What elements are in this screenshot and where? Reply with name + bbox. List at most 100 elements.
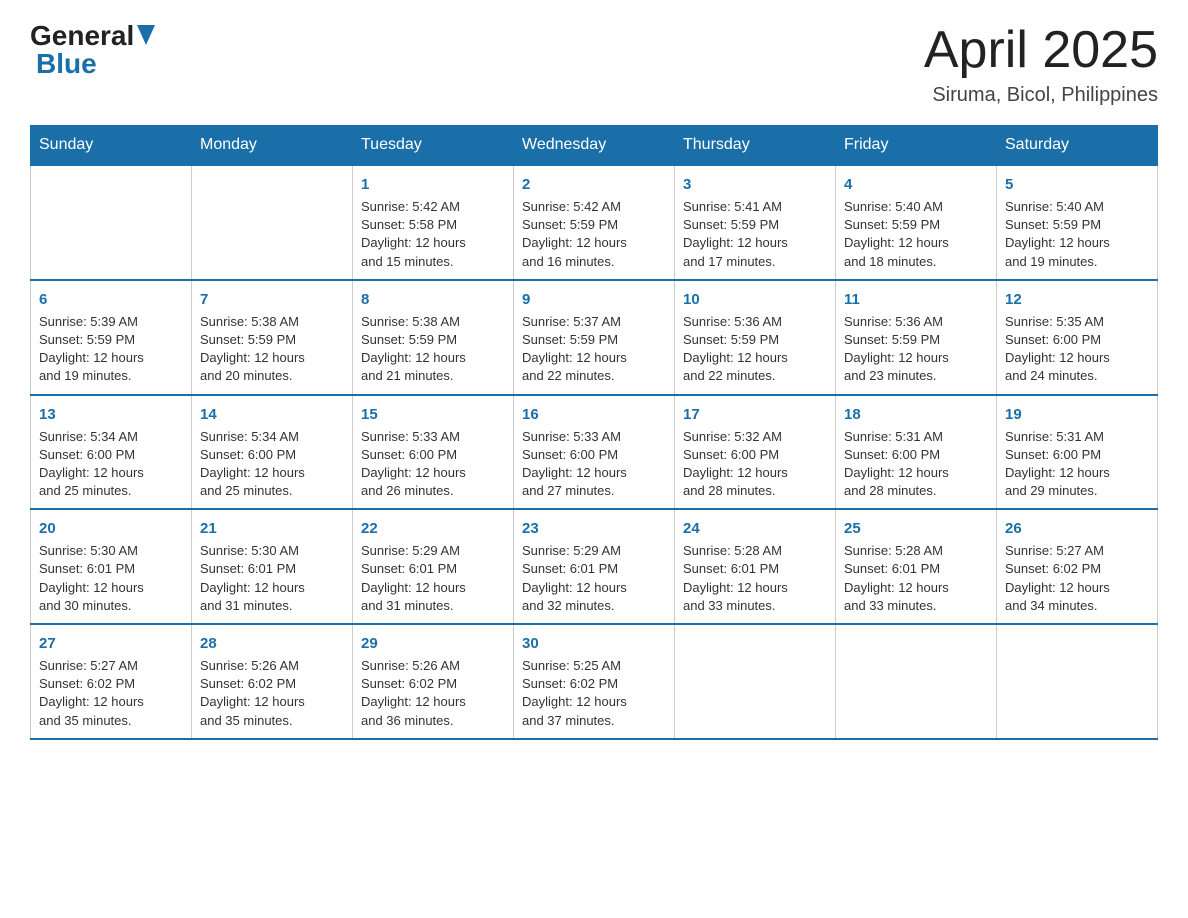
day-info: Daylight: 12 hours [200, 349, 344, 367]
day-number: 26 [1005, 518, 1149, 539]
day-info: Daylight: 12 hours [522, 579, 666, 597]
day-info: Sunrise: 5:26 AM [200, 657, 344, 675]
calendar-header-sunday: Sunday [31, 126, 192, 166]
day-info: and 25 minutes. [39, 482, 183, 500]
day-info: Sunrise: 5:42 AM [361, 198, 505, 216]
calendar-week-3: 13Sunrise: 5:34 AMSunset: 6:00 PMDayligh… [31, 395, 1158, 510]
calendar-cell: 25Sunrise: 5:28 AMSunset: 6:01 PMDayligh… [836, 509, 997, 624]
calendar-cell [997, 624, 1158, 739]
calendar-cell: 28Sunrise: 5:26 AMSunset: 6:02 PMDayligh… [192, 624, 353, 739]
calendar-cell: 15Sunrise: 5:33 AMSunset: 6:00 PMDayligh… [353, 395, 514, 510]
day-number: 4 [844, 174, 988, 195]
day-info: Daylight: 12 hours [361, 693, 505, 711]
calendar-header-monday: Monday [192, 126, 353, 166]
day-info: Sunrise: 5:33 AM [361, 428, 505, 446]
day-info: and 26 minutes. [361, 482, 505, 500]
day-number: 6 [39, 289, 183, 310]
day-info: Daylight: 12 hours [39, 349, 183, 367]
day-info: Sunset: 6:00 PM [39, 446, 183, 464]
day-info: Sunset: 6:00 PM [683, 446, 827, 464]
calendar-cell: 23Sunrise: 5:29 AMSunset: 6:01 PMDayligh… [514, 509, 675, 624]
day-number: 9 [522, 289, 666, 310]
day-info: Sunset: 5:59 PM [844, 216, 988, 234]
day-number: 27 [39, 633, 183, 654]
day-info: Sunset: 6:01 PM [200, 560, 344, 578]
day-number: 3 [683, 174, 827, 195]
day-info: Daylight: 12 hours [522, 464, 666, 482]
day-info: and 18 minutes. [844, 253, 988, 271]
day-info: Sunset: 6:01 PM [844, 560, 988, 578]
day-info: Daylight: 12 hours [683, 234, 827, 252]
day-number: 2 [522, 174, 666, 195]
day-info: Sunset: 6:01 PM [683, 560, 827, 578]
calendar-cell: 18Sunrise: 5:31 AMSunset: 6:00 PMDayligh… [836, 395, 997, 510]
logo: General Blue [30, 20, 155, 80]
day-info: and 28 minutes. [683, 482, 827, 500]
day-info: Sunrise: 5:41 AM [683, 198, 827, 216]
day-info: and 31 minutes. [361, 597, 505, 615]
calendar-cell: 4Sunrise: 5:40 AMSunset: 5:59 PMDaylight… [836, 165, 997, 280]
day-number: 23 [522, 518, 666, 539]
day-info: Sunset: 5:59 PM [1005, 216, 1149, 234]
day-info: Daylight: 12 hours [844, 464, 988, 482]
day-info: Daylight: 12 hours [844, 234, 988, 252]
calendar-cell: 3Sunrise: 5:41 AMSunset: 5:59 PMDaylight… [675, 165, 836, 280]
subtitle: Siruma, Bicol, Philippines [924, 84, 1158, 107]
calendar-cell: 21Sunrise: 5:30 AMSunset: 6:01 PMDayligh… [192, 509, 353, 624]
calendar-cell: 14Sunrise: 5:34 AMSunset: 6:00 PMDayligh… [192, 395, 353, 510]
calendar-cell: 11Sunrise: 5:36 AMSunset: 5:59 PMDayligh… [836, 280, 997, 395]
day-info: Daylight: 12 hours [683, 349, 827, 367]
day-info: and 19 minutes. [1005, 253, 1149, 271]
day-info: Sunset: 5:59 PM [522, 216, 666, 234]
day-number: 12 [1005, 289, 1149, 310]
day-info: Sunset: 6:02 PM [522, 675, 666, 693]
day-info: Daylight: 12 hours [1005, 349, 1149, 367]
day-info: Sunrise: 5:33 AM [522, 428, 666, 446]
day-info: Sunrise: 5:38 AM [200, 313, 344, 331]
day-info: Daylight: 12 hours [1005, 464, 1149, 482]
day-info: Daylight: 12 hours [683, 579, 827, 597]
day-info: and 22 minutes. [683, 367, 827, 385]
day-info: Daylight: 12 hours [844, 349, 988, 367]
day-info: Sunrise: 5:28 AM [844, 542, 988, 560]
calendar-header-tuesday: Tuesday [353, 126, 514, 166]
day-info: and 15 minutes. [361, 253, 505, 271]
logo-arrow-icon [137, 25, 155, 45]
day-number: 10 [683, 289, 827, 310]
day-info: Daylight: 12 hours [361, 579, 505, 597]
day-info: Daylight: 12 hours [39, 693, 183, 711]
day-info: Sunrise: 5:28 AM [683, 542, 827, 560]
day-number: 15 [361, 404, 505, 425]
day-number: 17 [683, 404, 827, 425]
day-info: Daylight: 12 hours [1005, 579, 1149, 597]
calendar-cell: 26Sunrise: 5:27 AMSunset: 6:02 PMDayligh… [997, 509, 1158, 624]
day-number: 21 [200, 518, 344, 539]
day-info: and 27 minutes. [522, 482, 666, 500]
calendar-cell: 19Sunrise: 5:31 AMSunset: 6:00 PMDayligh… [997, 395, 1158, 510]
day-info: Daylight: 12 hours [361, 349, 505, 367]
day-number: 19 [1005, 404, 1149, 425]
calendar-cell: 5Sunrise: 5:40 AMSunset: 5:59 PMDaylight… [997, 165, 1158, 280]
day-info: Sunset: 5:59 PM [522, 331, 666, 349]
day-info: and 34 minutes. [1005, 597, 1149, 615]
page-header: General Blue April 2025 Siruma, Bicol, P… [30, 20, 1158, 107]
day-number: 20 [39, 518, 183, 539]
calendar-cell [675, 624, 836, 739]
day-info: and 30 minutes. [39, 597, 183, 615]
day-info: Daylight: 12 hours [522, 349, 666, 367]
calendar-week-2: 6Sunrise: 5:39 AMSunset: 5:59 PMDaylight… [31, 280, 1158, 395]
day-info: and 20 minutes. [200, 367, 344, 385]
day-number: 30 [522, 633, 666, 654]
calendar-cell: 6Sunrise: 5:39 AMSunset: 5:59 PMDaylight… [31, 280, 192, 395]
calendar-cell: 7Sunrise: 5:38 AMSunset: 5:59 PMDaylight… [192, 280, 353, 395]
day-info: Sunset: 6:02 PM [200, 675, 344, 693]
day-number: 16 [522, 404, 666, 425]
day-info: Sunset: 6:02 PM [39, 675, 183, 693]
main-title: April 2025 [924, 20, 1158, 80]
day-info: Sunset: 6:01 PM [361, 560, 505, 578]
day-info: Sunrise: 5:25 AM [522, 657, 666, 675]
day-info: Sunrise: 5:37 AM [522, 313, 666, 331]
calendar-week-5: 27Sunrise: 5:27 AMSunset: 6:02 PMDayligh… [31, 624, 1158, 739]
day-info: Sunrise: 5:30 AM [200, 542, 344, 560]
day-number: 13 [39, 404, 183, 425]
